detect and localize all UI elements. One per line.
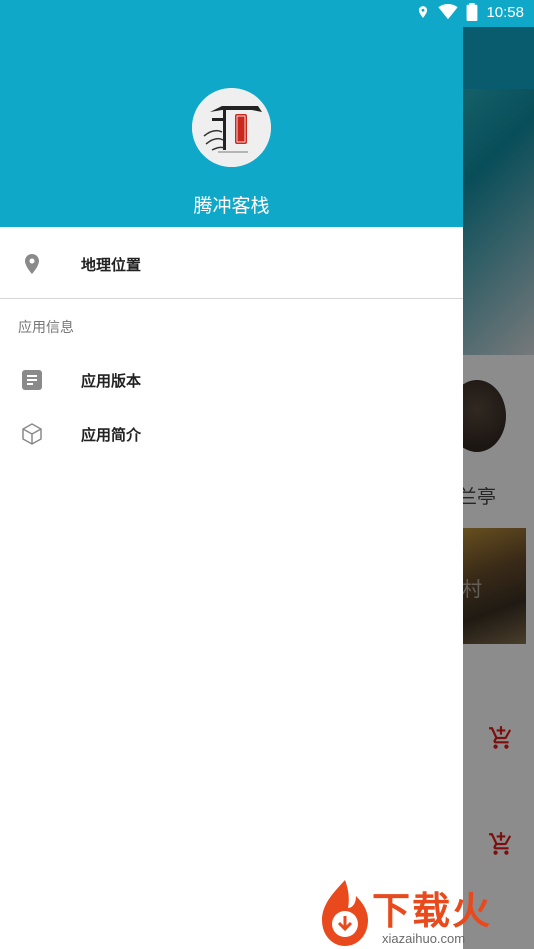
app-name: 腾冲客栈 [193,195,270,217]
inn-logo-icon [192,88,271,167]
cube-icon [22,423,42,445]
watermark: 下载火 xiazaihuo.com [314,876,534,949]
menu-item-app-version[interactable]: 应用版本 [0,354,463,406]
flame-logo-icon [322,880,368,946]
screen: 兰亭 村 10:58 腾冲客栈 地理位置 应用信息 应用版本 应用简介 下载火 … [0,0,534,949]
status-time: 10:58 [486,3,524,21]
app-logo [192,88,271,167]
menu-item-app-intro[interactable]: 应用简介 [0,408,463,460]
location-pin-icon [25,254,39,274]
location-icon [419,6,428,18]
navigation-drawer: 腾冲客栈 地理位置 应用信息 应用版本 应用简介 [0,0,463,949]
document-icon [22,370,42,390]
battery-icon [467,3,478,21]
menu-item-location[interactable]: 地理位置 [0,238,463,290]
drawer-divider [0,298,463,299]
section-title: 应用信息 [18,320,74,336]
menu-item-label: 应用简介 [81,425,142,444]
wifi-icon [438,4,459,20]
drawer-header: 腾冲客栈 [0,0,463,227]
menu-item-label: 地理位置 [81,255,142,274]
menu-item-label: 应用版本 [81,371,142,390]
watermark-site: xiazaihuo.com [382,931,466,946]
watermark-text: 下载火 [372,889,493,933]
status-bar: 10:58 [0,0,534,27]
